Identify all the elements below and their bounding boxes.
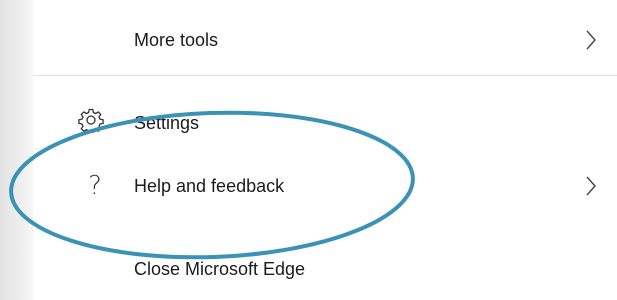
menu-item-label: More tools <box>134 30 219 50</box>
question-icon: ? <box>88 171 102 201</box>
gear-icon <box>77 106 105 134</box>
menu-divider <box>33 75 617 76</box>
window-left-edge <box>0 0 33 300</box>
menu-item-settings[interactable]: Settings <box>33 98 617 146</box>
chevron-right-icon <box>585 29 597 51</box>
menu-item-help-and-feedback[interactable]: ? Help and feedback <box>33 162 617 210</box>
menu-item-label: Settings <box>134 113 200 133</box>
menu-item-label: Help and feedback <box>134 176 285 196</box>
menu-item-label: Close Microsoft Edge <box>134 259 306 279</box>
chevron-right-icon <box>585 175 597 197</box>
menu-item-close-microsoft-edge[interactable]: Close Microsoft Edge <box>33 244 617 292</box>
menu-item-more-tools[interactable]: More tools <box>33 16 617 64</box>
edge-settings-menu: More tools Settings ? Help and feedback <box>33 0 617 300</box>
